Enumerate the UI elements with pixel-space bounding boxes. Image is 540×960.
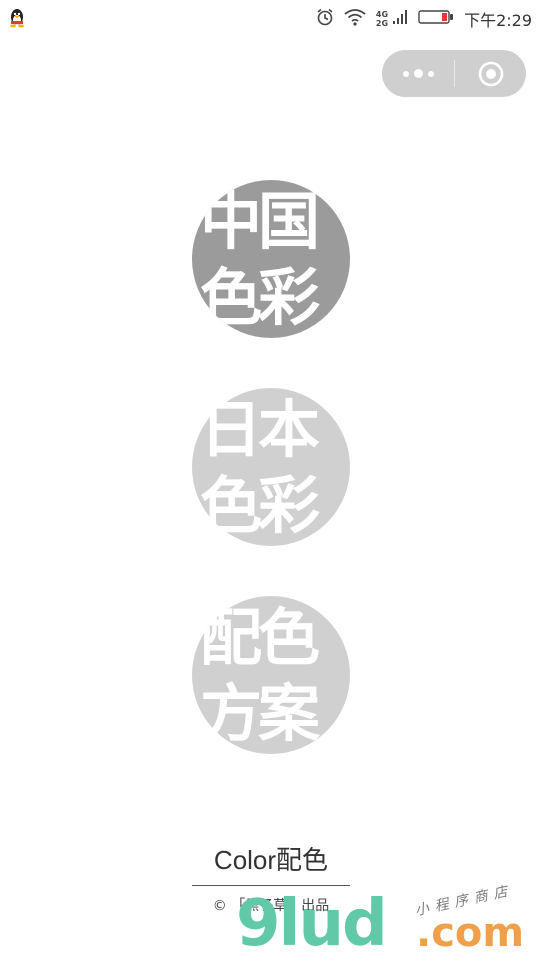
wifi-icon	[344, 8, 366, 30]
capsule-menu	[382, 50, 526, 97]
network-type: 4G 2G	[376, 10, 388, 28]
menu-japanese-colors-label: 日本 色彩	[200, 393, 320, 542]
network-top-label: 4G	[375, 10, 389, 19]
status-icons: 4G 2G 下午2:29	[316, 6, 532, 32]
status-bar: 4G 2G 下午2:29	[0, 0, 540, 38]
menu-color-schemes[interactable]: 配色 方案	[192, 596, 350, 754]
menu-chinese-colors[interactable]: 中国 色彩	[192, 180, 350, 338]
screen: 4G 2G 下午2:29 中国 色彩 日本 色彩 配色 方案 Color配色 ©…	[0, 0, 540, 960]
footer-title: Color配色	[213, 845, 329, 875]
alarm-clock-icon	[316, 8, 334, 30]
menu-japanese-colors[interactable]: 日本 色彩	[192, 388, 350, 546]
footer-divider	[192, 885, 350, 886]
watermark-logo: 9lud 小程序商店 .com	[236, 883, 536, 960]
status-time: 下午2:29	[464, 11, 532, 30]
qq-penguin-icon	[6, 7, 28, 33]
menu-color-schemes-label: 配色 方案	[200, 601, 320, 750]
watermark-main: 9lud	[236, 887, 388, 960]
more-dots-icon[interactable]	[382, 50, 454, 97]
network-bottom-label: 2G	[375, 19, 389, 28]
target-close-icon[interactable]	[455, 50, 526, 97]
signal-icon	[392, 8, 408, 30]
battery-low-icon	[418, 9, 454, 29]
menu-chinese-colors-label: 中国 色彩	[200, 185, 320, 334]
watermark-domain: .com	[416, 910, 525, 956]
